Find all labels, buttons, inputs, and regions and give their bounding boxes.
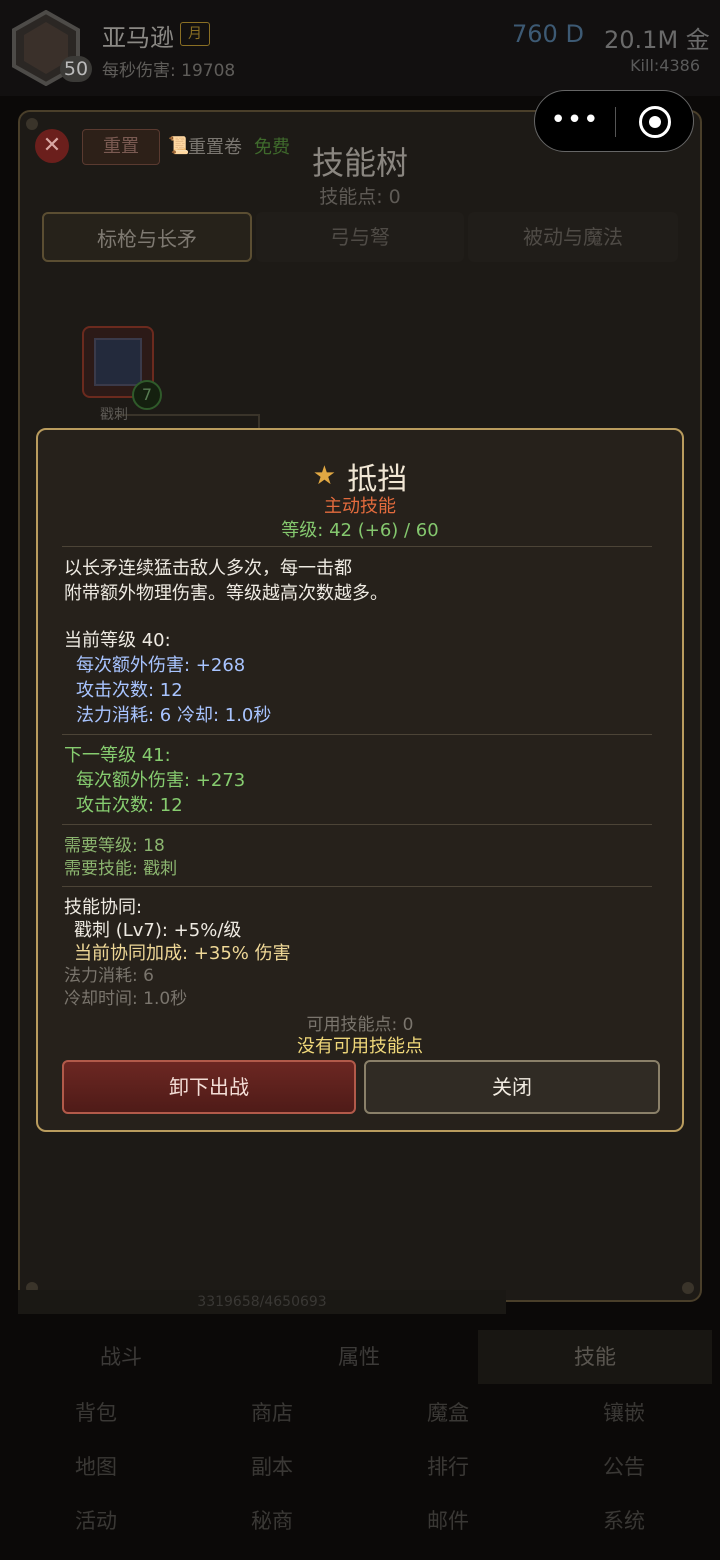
nav-ranking[interactable]: 排行 [360,1440,536,1494]
current-extra-damage: 每次额外伤害: +268 [76,655,246,676]
capsule-divider [615,107,616,137]
monthly-card-tag: 月 [180,22,210,46]
nav-backpack[interactable]: 背包 [8,1386,184,1440]
target-icon[interactable] [639,106,671,138]
nav-magic-box[interactable]: 魔盒 [360,1386,536,1440]
nav-attributes[interactable]: 属性 [242,1330,476,1384]
skill-description-line2: 附带额外物理伤害。等级越高次数越多。 [64,583,388,604]
dps-label: 每秒伤害: 19708 [102,61,236,81]
skill-type: 主动技能 [324,496,396,517]
nav-dungeon[interactable]: 副本 [184,1440,360,1494]
tab-bow-crossbow[interactable]: 弓与弩 [256,212,464,262]
nav-map[interactable]: 地图 [8,1440,184,1494]
synergy-header: 技能协同: [64,897,143,918]
divider [62,824,652,825]
tab-javelin-spear[interactable]: 标枪与长矛 [42,212,252,262]
rivet-decoration [26,118,38,130]
diamond-count: 760 D [512,20,584,48]
miniprogram-capsule: ••• [534,90,694,152]
current-cost-cooldown: 法力消耗: 6 冷却: 1.0秒 [76,705,272,726]
nav-skills[interactable]: 技能 [478,1330,712,1384]
shield-icon: ★ [312,461,337,491]
nav-battle[interactable]: 战斗 [4,1330,238,1384]
required-skill: 需要技能: 戳刺 [64,859,178,879]
skill-node-level: 7 [132,380,162,410]
player-level-badge: 50 [60,56,92,82]
nav-inlay[interactable]: 镶嵌 [536,1386,712,1440]
close-button[interactable]: 关闭 [364,1060,660,1114]
cooldown-time: 冷却时间: 1.0秒 [64,989,188,1009]
required-level: 需要等级: 18 [64,836,165,856]
next-level-header: 下一等级 41: [64,745,171,766]
next-extra-damage: 每次额外伤害: +273 [76,770,246,791]
top-header: 50 亚马逊 月 每秒伤害: 19708 760 D 20.1M 金 Kill:… [0,0,720,96]
more-dots-icon[interactable]: ••• [535,91,615,153]
rivet-decoration [682,1282,694,1294]
main-nav: 战斗 属性 技能 [0,1330,720,1384]
tab-passive-magic[interactable]: 被动与魔法 [468,212,678,262]
no-skill-points-warning: 没有可用技能点 [297,1036,423,1057]
skill-detail-dialog: ★ 抵挡 主动技能 等级: 42 (+6) / 60 以长矛连续猛击敌人多次，每… [36,428,684,1132]
spear-icon [94,338,142,386]
synergy-bonus: 当前协同加成: +35% 伤害 [74,943,291,964]
current-hit-count: 攻击次数: 12 [76,680,183,701]
divider [62,734,652,735]
nav-announcement[interactable]: 公告 [536,1440,712,1494]
nav-mail[interactable]: 邮件 [360,1494,536,1548]
nav-shop[interactable]: 商店 [184,1386,360,1440]
skill-node-name: 戳刺 [100,407,128,423]
current-level-header: 当前等级 40: [64,630,171,651]
next-hit-count: 攻击次数: 12 [76,795,183,816]
synergy-item: 戳刺 (Lv7): +5%/级 [74,920,242,941]
divider [62,546,652,547]
gold-count: 20.1M 金 [604,26,710,54]
unequip-button[interactable]: 卸下出战 [62,1060,356,1114]
experience-bar: 3319658/4650693 [18,1290,506,1314]
skill-level: 等级: 42 (+6) / 60 [281,520,439,541]
mana-cost: 法力消耗: 6 [64,966,154,986]
nav-events[interactable]: 活动 [8,1494,184,1548]
skill-description-line1: 以长矛连续猛击敌人多次，每一击都 [64,558,352,579]
divider [62,886,652,887]
skill-points-label: 技能点: 0 [319,186,401,208]
kill-count: Kill:4386 [630,56,700,75]
nav-secret-shop[interactable]: 秘商 [184,1494,360,1548]
player-name: 亚马逊 [102,24,174,52]
nav-system[interactable]: 系统 [536,1494,712,1548]
